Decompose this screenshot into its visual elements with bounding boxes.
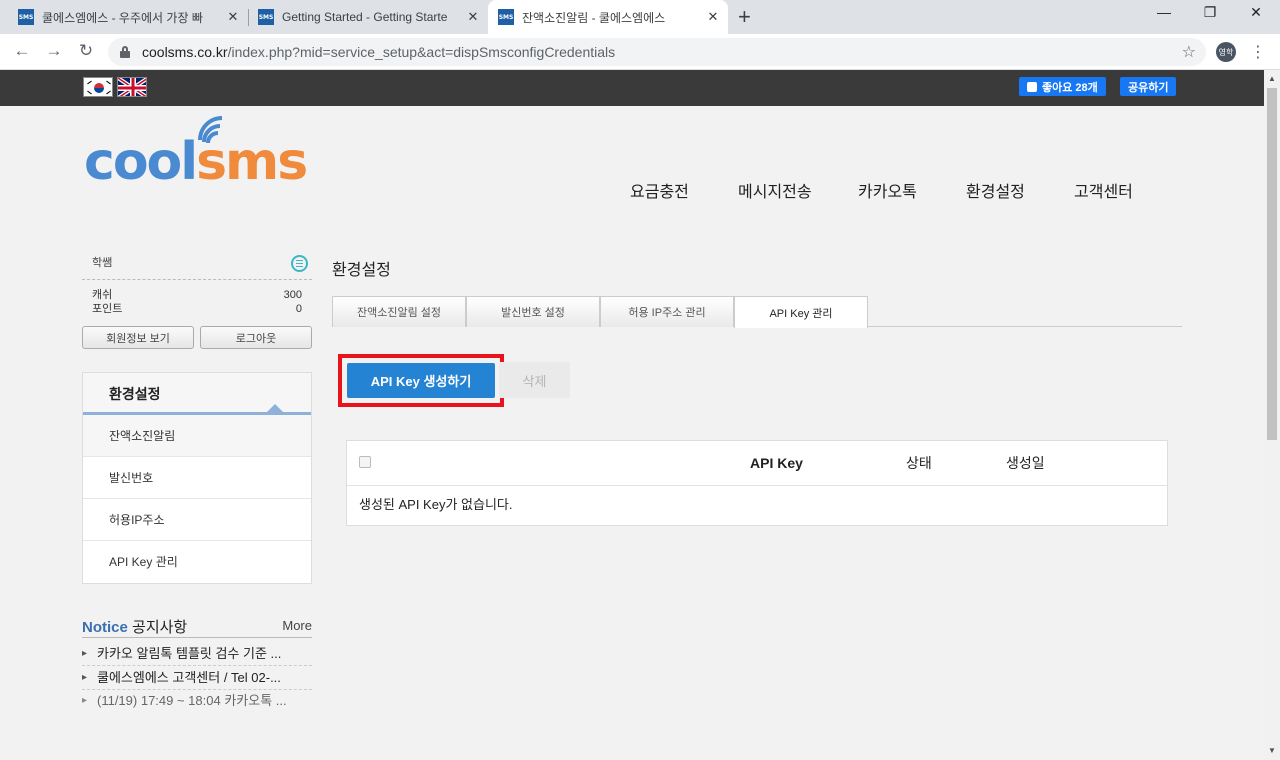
- tab-api-key[interactable]: API Key 관리: [734, 296, 868, 328]
- sidebar-item-allowed-ip[interactable]: 허용IP주소: [83, 499, 311, 541]
- create-api-key-button[interactable]: API Key 생성하기: [347, 363, 495, 398]
- facebook-share-button[interactable]: 공유하기: [1120, 77, 1177, 96]
- select-all-checkbox[interactable]: [359, 456, 371, 468]
- gnb-item-send[interactable]: 메시지전송: [738, 178, 812, 202]
- url-text: coolsms.co.kr/index.php?mid=service_setu…: [142, 44, 616, 60]
- profile-avatar[interactable]: 영학: [1216, 42, 1236, 62]
- uk-flag-icon[interactable]: [117, 77, 147, 97]
- sidebar-item-balance-alert[interactable]: 잔액소진알림: [83, 415, 311, 457]
- settings-tabs: 잔액소진알림 설정 발신번호 설정 허용 IP주소 관리 API Key 관리: [332, 296, 1182, 328]
- page-viewport: 좋아요 28개 공유하기 coolsms 요금충전 메시지전송 카카오톡 환경설…: [0, 70, 1264, 760]
- tab-close-icon[interactable]: ✕: [226, 9, 240, 25]
- side-menu: 환경설정 잔액소진알림 발신번호 허용IP주소 API Key 관리: [82, 372, 312, 584]
- minimize-button[interactable]: —: [1142, 4, 1186, 20]
- table-header: API Key 상태 생성일: [347, 441, 1167, 486]
- tab-balance-alert[interactable]: 잔액소진알림 설정: [332, 296, 466, 327]
- tab-separator: [248, 9, 249, 26]
- gnb-item-settings[interactable]: 환경설정: [966, 178, 1025, 202]
- point-label: 포인트: [92, 303, 123, 315]
- top-utility-bar: 좋아요 28개 공유하기: [0, 70, 1264, 106]
- column-header-api-key: API Key: [750, 455, 803, 471]
- url-input[interactable]: coolsms.co.kr/index.php?mid=service_setu…: [108, 38, 1206, 66]
- tab-close-icon[interactable]: ✕: [706, 9, 720, 25]
- logo-wordmark: coolsms: [84, 132, 308, 192]
- tab-close-icon[interactable]: ✕: [466, 9, 480, 25]
- restore-button[interactable]: ❐: [1188, 4, 1232, 21]
- gnb-item-charge[interactable]: 요금충전: [630, 178, 689, 202]
- back-button[interactable]: ←: [10, 41, 34, 61]
- tab-title: 잔액소진알림 - 쿨에스엠에스: [522, 10, 666, 25]
- notice-item[interactable]: 쿨에스엠에스 고객센터 / Tel 02-...: [82, 666, 312, 690]
- gnb-item-support[interactable]: 고객센터: [1074, 178, 1133, 202]
- logout-button[interactable]: 로그아웃: [200, 326, 312, 349]
- bookmark-star-icon[interactable]: ☆: [1182, 42, 1196, 62]
- sms-favicon-icon: SMS: [498, 9, 514, 25]
- new-tab-button[interactable]: +: [738, 4, 751, 30]
- point-value: 0: [295, 303, 302, 315]
- memo-icon[interactable]: [291, 255, 308, 272]
- caret-up-icon: [267, 404, 283, 412]
- browser-tabstrip: SMS 쿨에스엠에스 - 우주에서 가장 빠 ✕ SMS Getting Sta…: [0, 0, 1280, 34]
- browser-tab-3-active[interactable]: SMS 잔액소진알림 - 쿨에스엠에스 ✕: [488, 0, 728, 34]
- empty-table-message: 생성된 API Key가 없습니다.: [359, 497, 513, 512]
- cash-label: 캐쉬: [92, 289, 113, 301]
- like-count-label: 좋아요 28개: [1042, 81, 1098, 94]
- tab-title: 쿨에스엠에스 - 우주에서 가장 빠: [42, 10, 203, 25]
- gnb-item-kakaotalk[interactable]: 카카오톡: [858, 178, 917, 202]
- notice-item[interactable]: (11/19) 17:49 ~ 18:04 카카오톡 ...: [82, 690, 312, 734]
- thumbs-up-icon: [1027, 81, 1037, 92]
- page-title: 환경설정: [332, 262, 391, 279]
- sidebar-item-api-key[interactable]: API Key 관리: [83, 541, 311, 583]
- sidebar-item-sender-number[interactable]: 발신번호: [83, 457, 311, 499]
- korean-flag-icon[interactable]: [83, 77, 113, 97]
- username: 학쌤: [92, 257, 113, 269]
- cash-row: 캐쉬 300: [82, 288, 312, 302]
- member-info-button[interactable]: 회원정보 보기: [82, 326, 194, 349]
- column-header-status: 상태: [906, 455, 932, 471]
- page-scrollbar[interactable]: ▲ ▼: [1264, 70, 1280, 760]
- side-menu-title: 환경설정: [83, 373, 311, 415]
- browser-menu-icon[interactable]: ⋮: [1250, 42, 1266, 62]
- tab-sender-number[interactable]: 발신번호 설정: [466, 296, 600, 327]
- sms-favicon-icon: SMS: [258, 9, 274, 25]
- window-close-button[interactable]: ✕: [1234, 4, 1278, 21]
- reload-button[interactable]: ↻: [74, 41, 98, 61]
- cash-value: 300: [283, 289, 302, 301]
- scroll-up-icon[interactable]: ▲: [1268, 74, 1276, 83]
- coolsms-logo[interactable]: coolsms: [84, 108, 324, 188]
- notice-more-link[interactable]: More: [282, 618, 312, 637]
- api-key-table: API Key 상태 생성일 생성된 API Key가 없습니다.: [346, 440, 1168, 526]
- lock-icon: [120, 46, 130, 58]
- delete-button[interactable]: 삭제: [499, 362, 570, 398]
- username-row: 학쌤: [82, 250, 312, 280]
- tab-allowed-ip[interactable]: 허용 IP주소 관리: [600, 296, 734, 327]
- user-info-box: 학쌤 캐쉬 300 포인트 0 회원정보 보기 로그아웃: [82, 250, 312, 349]
- column-header-created: 생성일: [1006, 455, 1045, 471]
- facebook-like-button[interactable]: 좋아요 28개: [1019, 77, 1106, 96]
- scroll-down-icon[interactable]: ▼: [1268, 746, 1276, 755]
- sms-favicon-icon: SMS: [18, 9, 34, 25]
- notice-item[interactable]: 카카오 알림톡 템플릿 검수 기준 ...: [82, 642, 312, 666]
- address-bar-row: ← → ↻ coolsms.co.kr/index.php?mid=servic…: [0, 34, 1280, 70]
- browser-tab-1[interactable]: SMS 쿨에스엠에스 - 우주에서 가장 빠 ✕: [10, 0, 246, 34]
- scrollbar-thumb[interactable]: [1267, 88, 1277, 440]
- browser-tab-2[interactable]: SMS Getting Started - Getting Starte ✕: [250, 0, 486, 34]
- tab-title: Getting Started - Getting Starte: [282, 10, 448, 24]
- notice-panel: Notice 공지사항 More 카카오 알림톡 템플릿 검수 기준 ... 쿨…: [82, 612, 312, 734]
- notice-title: Notice 공지사항: [82, 619, 188, 636]
- point-row: 포인트 0: [82, 302, 312, 316]
- forward-button[interactable]: →: [42, 41, 66, 61]
